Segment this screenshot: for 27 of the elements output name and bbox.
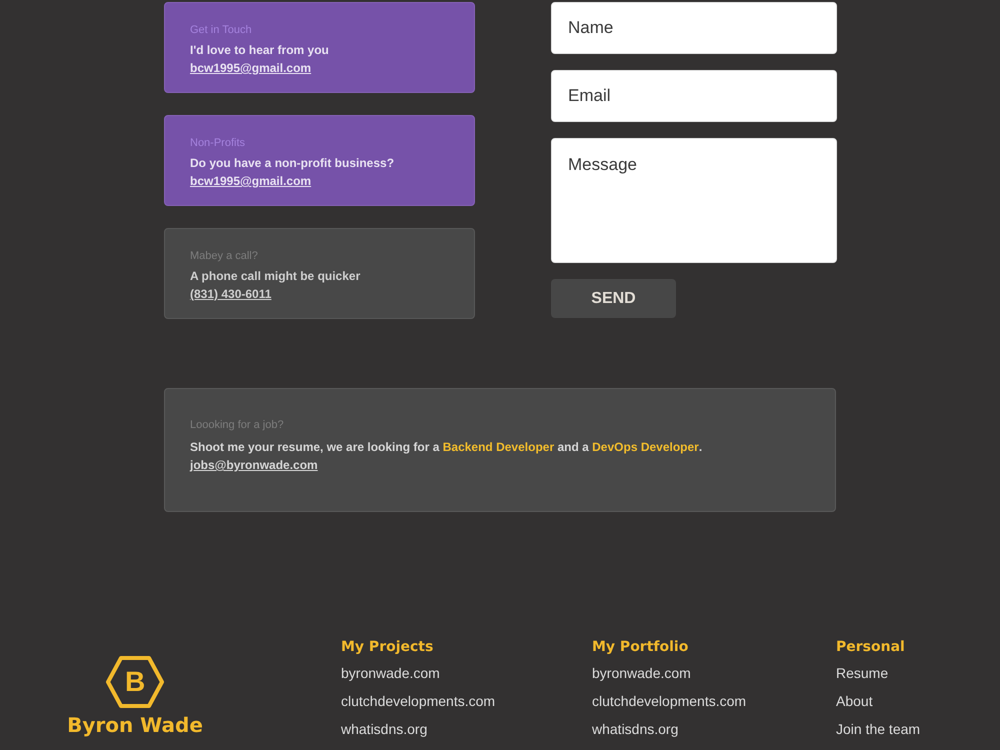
footer-heading: My Portfolio (592, 638, 688, 657)
footer-link[interactable]: whatisdns.org (592, 719, 678, 739)
footer-heading: Personal (836, 638, 905, 657)
footer-link[interactable]: clutchdevelopments.com (341, 691, 496, 711)
footer-link[interactable]: About (836, 691, 873, 711)
logo-name: Byron Wade (67, 713, 203, 737)
footer-link[interactable]: clutchdevelopments.com (592, 691, 746, 711)
footer-link[interactable]: byronwade.com (592, 663, 691, 683)
contact-link[interactable]: bcw1995@gmail.com (190, 59, 312, 77)
footer-link[interactable]: whatisdns.org (341, 719, 428, 739)
input-field[interactable]: Name (551, 2, 837, 54)
contact-link[interactable]: bcw1995@gmail.com (190, 172, 312, 190)
card-text: Do you have a non-profit business? (190, 155, 394, 172)
contact-link[interactable]: (831) 430-6011 (190, 285, 272, 303)
input-field[interactable]: Email (551, 70, 837, 122)
message-field[interactable]: Message (551, 138, 837, 263)
job-text: Shoot me your resume, we are looking for a Backend Developer and a DevOps Developer. (190, 439, 702, 456)
footer-link[interactable]: Join the team (836, 719, 920, 739)
job-email-link[interactable]: jobs@byronwade.com (190, 456, 318, 474)
card-text: A phone call might be quicker (190, 268, 360, 285)
card-text: I'd love to hear from you (190, 42, 329, 59)
send-button[interactable]: SEND (551, 279, 676, 318)
footer-link[interactable]: byronwade.com (341, 663, 440, 683)
logo-letter: B (125, 666, 145, 698)
hexagon-icon (105, 655, 165, 709)
footer-link[interactable]: Resume (836, 663, 888, 683)
footer-heading: My Projects (341, 638, 434, 657)
